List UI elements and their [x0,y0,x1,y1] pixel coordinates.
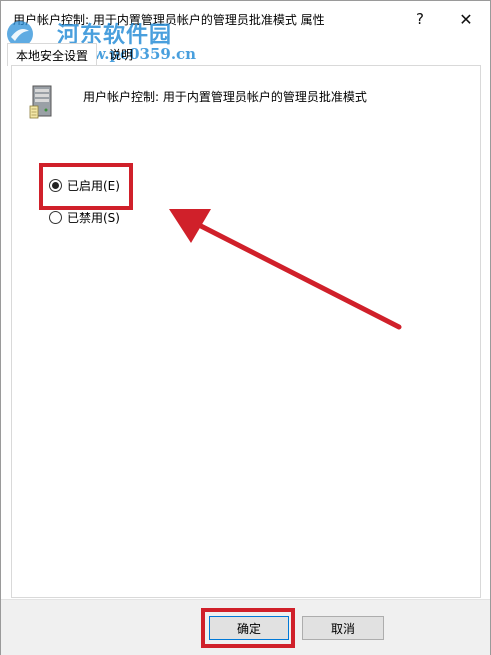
close-button[interactable]: ✕ [443,1,489,37]
radio-enabled-label[interactable]: 已启用(E) [67,177,120,194]
properties-dialog: 用户帐户控制: 用于内置管理员帐户的管理员批准模式 属性 ? ✕ 河东软件园 w… [0,0,491,655]
dialog-footer: 确定 取消 [1,599,490,655]
radio-enabled-indicator[interactable] [49,178,62,192]
tab-local-security-setting[interactable]: 本地安全设置 [7,43,98,66]
radio-disabled-label[interactable]: 已禁用(S) [67,209,120,226]
tab-panel: 用户帐户控制: 用于内置管理员帐户的管理员批准模式 已启用(E) 已禁用(S) [11,65,481,598]
policy-name: 用户帐户控制: 用于内置管理员帐户的管理员批准模式 [83,90,367,104]
radio-enabled[interactable]: 已启用(E) [49,176,120,194]
title-bar: 用户帐户控制: 用于内置管理员帐户的管理员批准模式 属性 ? ✕ [1,1,490,37]
cancel-button[interactable]: 取消 [302,616,384,640]
help-button[interactable]: ? [397,1,443,37]
tab-explain[interactable]: 说明 [101,43,141,65]
window-title: 用户帐户控制: 用于内置管理员帐户的管理员批准模式 属性 [13,13,325,27]
radio-disabled-indicator[interactable] [49,210,62,224]
radio-disabled[interactable]: 已禁用(S) [49,208,120,226]
ok-button[interactable]: 确定 [209,616,289,640]
server-icon [29,85,52,119]
